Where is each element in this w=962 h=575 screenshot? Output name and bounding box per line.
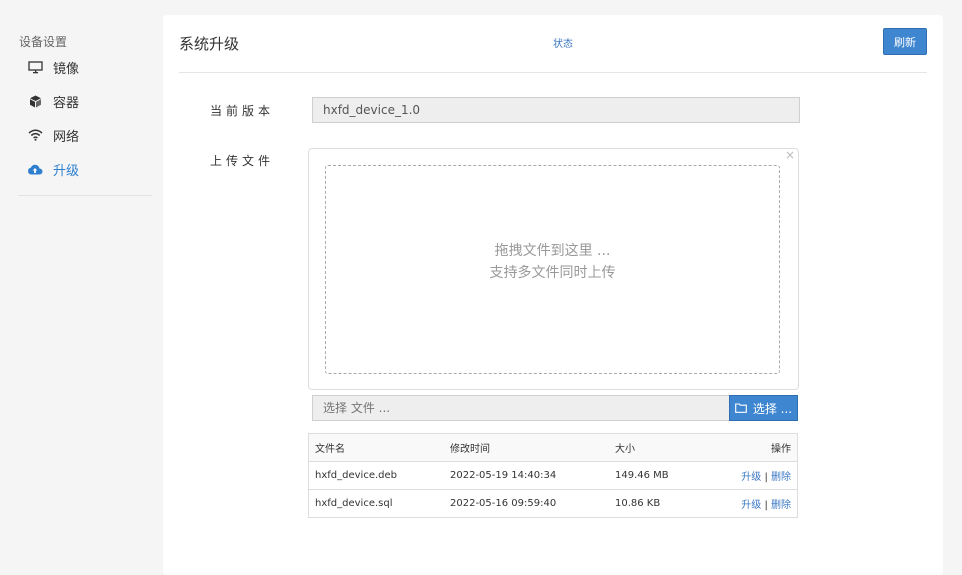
delete-link[interactable]: 删除: [771, 472, 791, 483]
file-mtime-cell: 2022-05-19 14:40:34: [444, 461, 609, 490]
header-divider: [179, 72, 927, 73]
upgrade-link[interactable]: 升级: [741, 472, 761, 483]
browse-button-label: 选择 ...: [752, 401, 793, 416]
sidebar-item-upgrade[interactable]: 升级: [27, 158, 79, 180]
file-name-input[interactable]: [312, 395, 729, 421]
file-actions-cell: 升级 | 删除: [705, 489, 798, 518]
drop-zone-text: 拖拽文件到这里 ...: [494, 243, 611, 259]
sidebar-item-label: 网络: [53, 129, 80, 145]
cloud-upload-icon: [27, 161, 43, 177]
wifi-icon: [27, 127, 43, 143]
version-field[interactable]: [312, 97, 800, 123]
upload-box: × 拖拽文件到这里 ... 支持多文件同时上传: [308, 148, 799, 390]
file-name-cell: hxfd_device.deb: [308, 461, 444, 490]
column-header-name: 文件名: [308, 433, 444, 462]
drop-zone-subtext: 支持多文件同时上传: [489, 265, 616, 281]
sidebar-item-label: 升级: [53, 163, 80, 179]
file-size-cell: 10.86 KB: [609, 489, 706, 518]
sidebar-heading: 设备设置: [19, 35, 68, 49]
file-table: 文件名 修改时间 大小 操作 hxfd_device.deb 2022-05-1…: [308, 433, 798, 518]
table-row: hxfd_device.sql 2022-05-16 09:59:40 10.8…: [308, 489, 798, 518]
monitor-icon: [27, 59, 43, 75]
version-label: 当前版本: [210, 104, 275, 118]
close-icon[interactable]: ×: [785, 148, 795, 162]
action-separator: |: [764, 500, 768, 511]
refresh-button[interactable]: 刷新: [883, 28, 927, 55]
sidebar-item-container[interactable]: 容器: [27, 90, 79, 112]
file-mtime-cell: 2022-05-16 09:59:40: [444, 489, 609, 518]
upload-label: 上传文件: [210, 154, 275, 168]
sidebar-item-image[interactable]: 镜像: [27, 56, 79, 78]
sidebar: 设备设置 镜像 容器 网络 升级: [0, 0, 160, 555]
folder-icon: [735, 403, 747, 413]
file-name-cell: hxfd_device.sql: [308, 489, 444, 518]
file-size-cell: 149.46 MB: [609, 461, 706, 490]
file-actions-cell: 升级 | 删除: [705, 461, 798, 490]
column-header-size: 大小: [609, 433, 706, 462]
column-header-mtime: 修改时间: [444, 433, 609, 462]
drop-zone[interactable]: 拖拽文件到这里 ... 支持多文件同时上传: [325, 165, 780, 374]
sidebar-divider: [18, 195, 152, 196]
sidebar-item-network[interactable]: 网络: [27, 124, 79, 146]
column-header-actions: 操作: [705, 433, 798, 462]
upgrade-link[interactable]: 升级: [741, 500, 761, 511]
sidebar-item-label: 镜像: [53, 61, 80, 77]
table-row: hxfd_device.deb 2022-05-19 14:40:34 149.…: [308, 461, 798, 490]
sidebar-item-label: 容器: [53, 95, 80, 111]
status-link[interactable]: 状态: [553, 35, 573, 50]
page-title: 系统升级: [179, 35, 240, 53]
browse-button[interactable]: 选择 ...: [729, 395, 798, 421]
table-header-row: 文件名 修改时间 大小 操作: [308, 433, 798, 462]
action-separator: |: [764, 472, 768, 483]
delete-link[interactable]: 删除: [771, 500, 791, 511]
cube-icon: [27, 93, 43, 109]
main-panel: 系统升级 状态 刷新 当前版本 上传文件 × 拖拽文件到这里 ... 支持多文件…: [163, 15, 943, 575]
